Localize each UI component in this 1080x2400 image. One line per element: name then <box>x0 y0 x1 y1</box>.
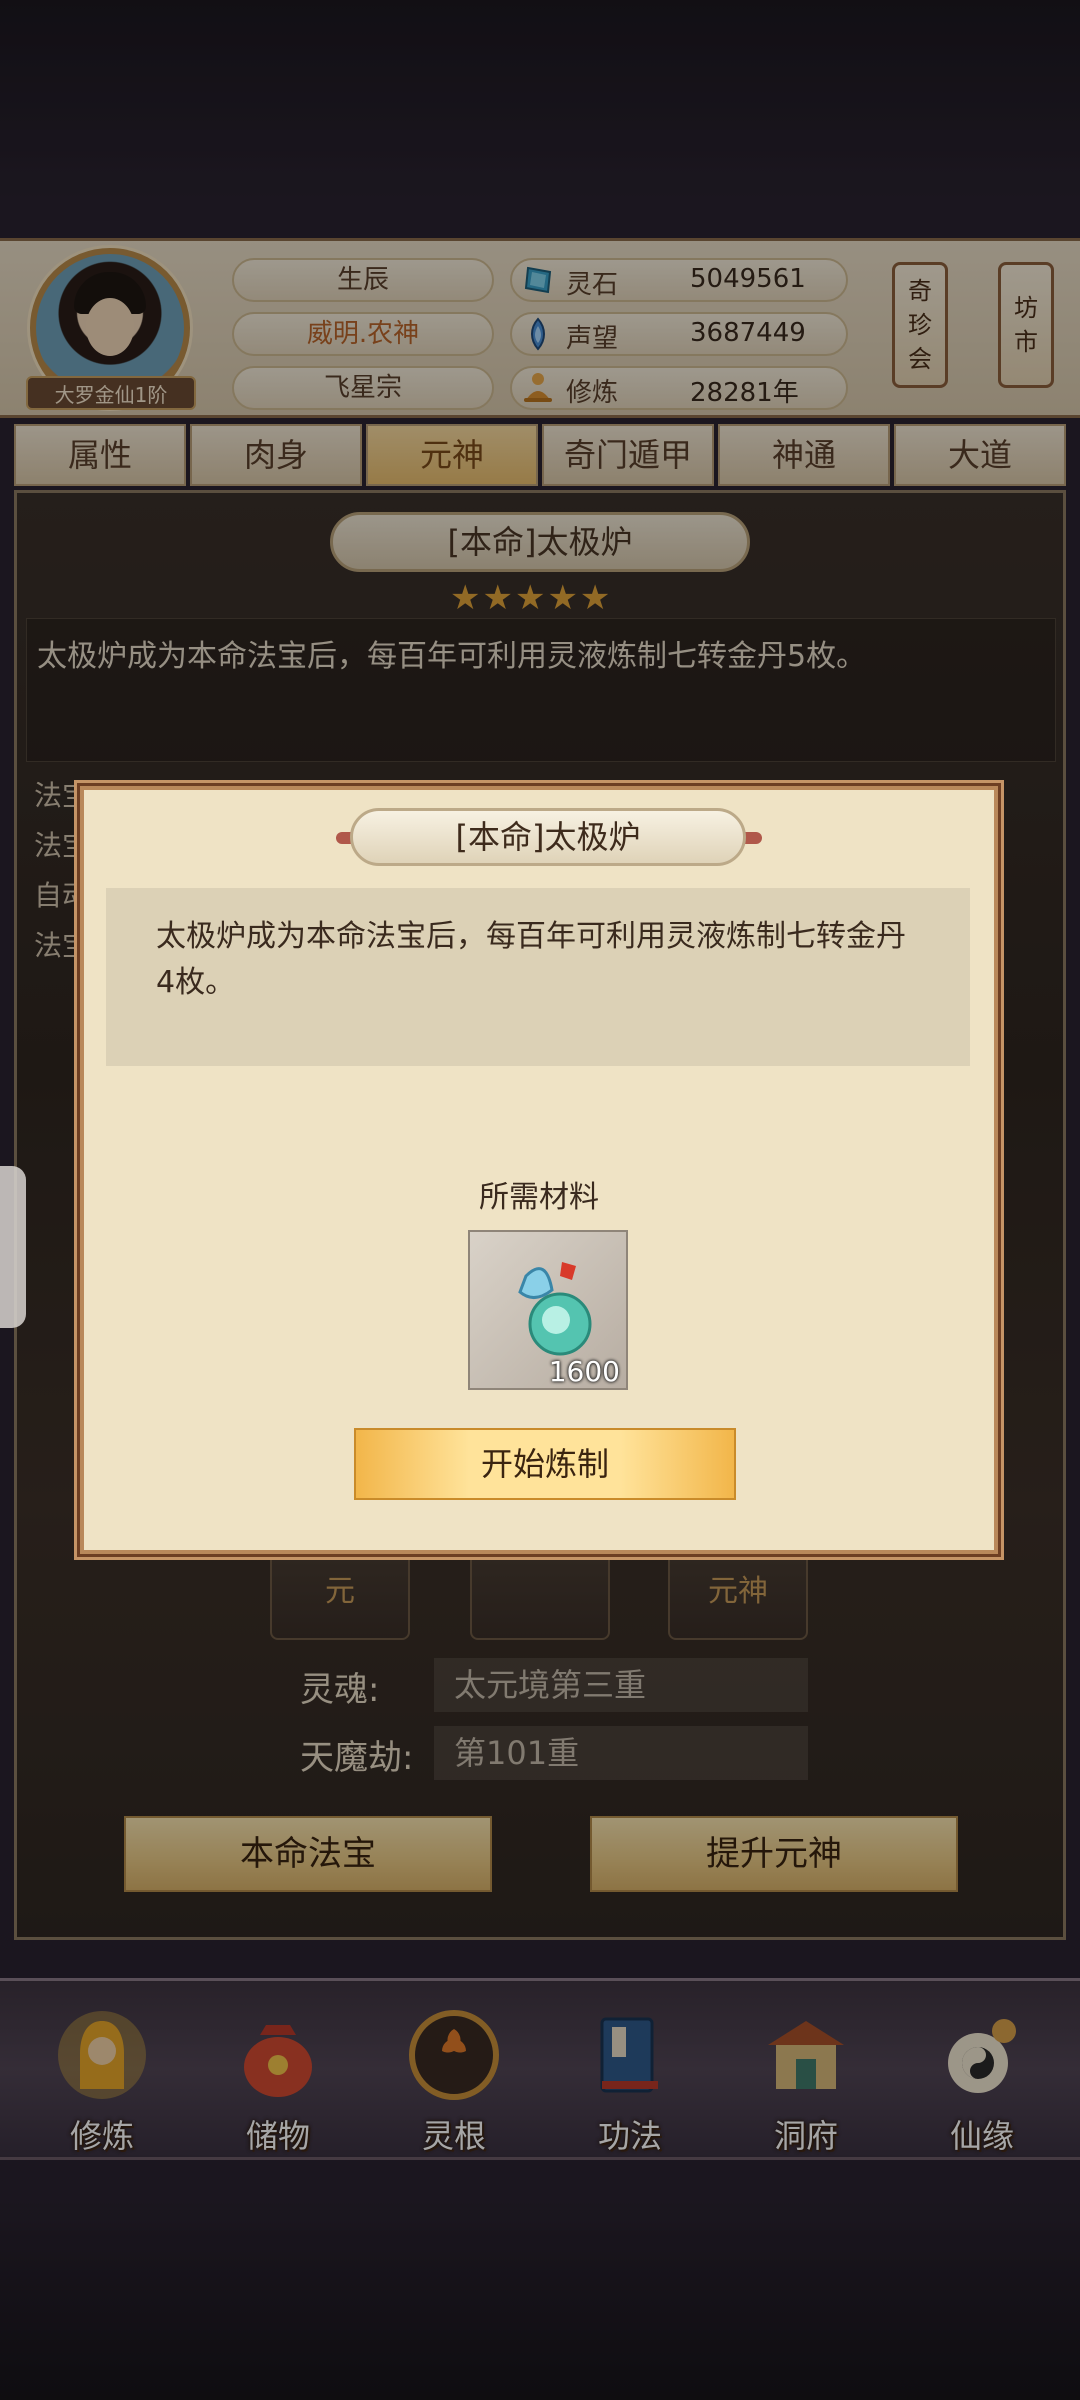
start-refining-button[interactable]: 开始炼制 <box>354 1428 736 1500</box>
refine-dialog-title: [本命]太极炉 <box>350 808 746 866</box>
refine-dialog-description: 太极炉成为本命法宝后，每百年可利用灵液炼制七转金丹4枚。 <box>106 888 970 1066</box>
spirit-liquid-gourd-icon <box>518 1262 592 1356</box>
material-slot[interactable]: 1600 <box>468 1230 628 1390</box>
side-drawer-handle[interactable] <box>0 1166 26 1328</box>
required-materials-label: 所需材料 <box>479 1180 599 1215</box>
material-count: 1600 <box>548 1355 620 1388</box>
